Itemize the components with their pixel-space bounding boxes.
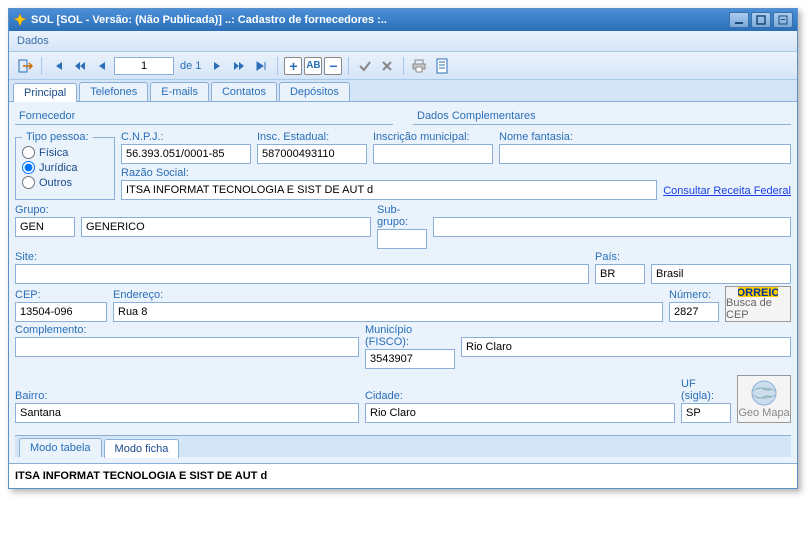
tipo-pessoa-legend: Tipo pessoa: xyxy=(22,131,93,143)
cnpj-input[interactable] xyxy=(121,144,251,164)
consultar-receita-link[interactable]: Consultar Receita Federal xyxy=(663,185,791,200)
print-button[interactable] xyxy=(410,56,430,76)
last-record-button[interactable] xyxy=(251,56,271,76)
first-record-button[interactable] xyxy=(48,56,68,76)
razao-social-input[interactable] xyxy=(121,180,657,200)
correios-icon: CORREIOS xyxy=(738,287,778,297)
window-title: SOL [SOL - Versão: (Não Publicada)] ..: … xyxy=(31,14,729,26)
insc-estadual-input[interactable] xyxy=(257,144,367,164)
next-record-button[interactable] xyxy=(207,56,227,76)
subgrupo-code-input[interactable] xyxy=(377,229,427,249)
subgrupo-label: Sub-grupo: xyxy=(377,204,427,228)
tab-principal[interactable]: Principal xyxy=(13,83,77,102)
radio-fisica[interactable]: Física xyxy=(22,145,108,160)
titlebar[interactable]: SOL [SOL - Versão: (Não Publicada)] ..: … xyxy=(9,9,797,31)
endereco-label: Endereço: xyxy=(113,289,663,301)
tab-depositos[interactable]: Depósitos xyxy=(279,82,350,101)
subgrupo-name-input[interactable] xyxy=(433,217,791,237)
cep-input[interactable] xyxy=(15,302,107,322)
site-input[interactable] xyxy=(15,264,589,284)
tab-modo-ficha[interactable]: Modo ficha xyxy=(104,439,180,458)
toolbar: de 1 + AB − xyxy=(9,52,797,80)
page-info: de 1 xyxy=(180,60,201,72)
correios-button[interactable]: CORREIOS Busca de CEP xyxy=(725,286,791,322)
tab-telefones[interactable]: Telefones xyxy=(79,82,148,101)
pais-label: País: xyxy=(595,251,645,263)
complemento-input[interactable] xyxy=(15,337,359,357)
app-icon xyxy=(13,13,27,27)
page-number-input[interactable] xyxy=(114,57,174,75)
content-area: Fornecedor Dados Complementares Tipo pes… xyxy=(9,102,797,463)
tab-modo-tabela[interactable]: Modo tabela xyxy=(19,438,102,457)
cep-label: CEP: xyxy=(15,289,107,301)
nome-fantasia-label: Nome fantasia: xyxy=(499,131,791,143)
razao-social-label: Razão Social: xyxy=(121,167,657,179)
globe-icon xyxy=(750,379,778,407)
pais-code-input[interactable] xyxy=(595,264,645,284)
insc-estadual-label: Insc. Estadual: xyxy=(257,131,367,143)
edit-text-button[interactable]: AB xyxy=(304,57,322,75)
uf-label: UF (sigla): xyxy=(681,378,731,402)
cancel-button[interactable] xyxy=(377,56,397,76)
menubar: Dados xyxy=(9,31,797,52)
municipio-code-input[interactable] xyxy=(365,349,455,369)
tab-contatos[interactable]: Contatos xyxy=(211,82,277,101)
cnpj-label: C.N.P.J.: xyxy=(121,131,251,143)
menu-dados[interactable]: Dados xyxy=(17,35,49,47)
section-dados-complementares[interactable]: Dados Complementares xyxy=(413,108,791,125)
prev-page-button[interactable] xyxy=(70,56,90,76)
grupo-code-input[interactable] xyxy=(15,217,75,237)
cidade-label: Cidade: xyxy=(365,390,675,402)
svg-text:CORREIOS: CORREIOS xyxy=(738,287,778,297)
maximize-button[interactable] xyxy=(751,12,771,28)
bairro-input[interactable] xyxy=(15,403,359,423)
view-mode-tabs: Modo tabela Modo ficha xyxy=(15,435,791,457)
site-label: Site: xyxy=(15,251,589,263)
insc-municipal-label: Inscrição municipal: xyxy=(373,131,493,143)
endereco-input[interactable] xyxy=(113,302,663,322)
help-button[interactable] xyxy=(773,12,793,28)
insc-municipal-input[interactable] xyxy=(373,144,493,164)
add-button[interactable]: + xyxy=(284,57,302,75)
grupo-label: Grupo: xyxy=(15,204,75,216)
municipio-label: Município (FISCO): xyxy=(365,324,455,348)
nome-fantasia-input[interactable] xyxy=(499,144,791,164)
numero-input[interactable] xyxy=(669,302,719,322)
remove-button[interactable]: − xyxy=(324,57,342,75)
section-fornecedor: Fornecedor xyxy=(15,108,393,125)
cidade-input[interactable] xyxy=(365,403,675,423)
tipo-pessoa-group: Tipo pessoa: Física Jurídica Outros xyxy=(15,131,115,200)
grupo-name-input[interactable] xyxy=(81,217,371,237)
minimize-button[interactable] xyxy=(729,12,749,28)
geomapa-button[interactable]: Geo Mapa xyxy=(737,375,791,423)
pais-name-input[interactable] xyxy=(651,264,791,284)
complemento-label: Complemento: xyxy=(15,324,359,336)
next-page-button[interactable] xyxy=(229,56,249,76)
numero-label: Número: xyxy=(669,289,719,301)
app-window: SOL [SOL - Versão: (Não Publicada)] ..: … xyxy=(8,8,798,489)
document-button[interactable] xyxy=(432,56,452,76)
exit-button[interactable] xyxy=(15,56,35,76)
tab-emails[interactable]: E-mails xyxy=(150,82,209,101)
main-tabs: Principal Telefones E-mails Contatos Dep… xyxy=(9,80,797,102)
municipio-name-input[interactable] xyxy=(461,337,791,357)
bairro-label: Bairro: xyxy=(15,390,359,402)
prev-record-button[interactable] xyxy=(92,56,112,76)
confirm-button[interactable] xyxy=(355,56,375,76)
radio-juridica[interactable]: Jurídica xyxy=(22,160,108,175)
status-footer: ITSA INFORMAT TECNOLOGIA E SIST DE AUT d xyxy=(9,463,797,488)
radio-outros[interactable]: Outros xyxy=(22,175,108,190)
uf-input[interactable] xyxy=(681,403,731,423)
